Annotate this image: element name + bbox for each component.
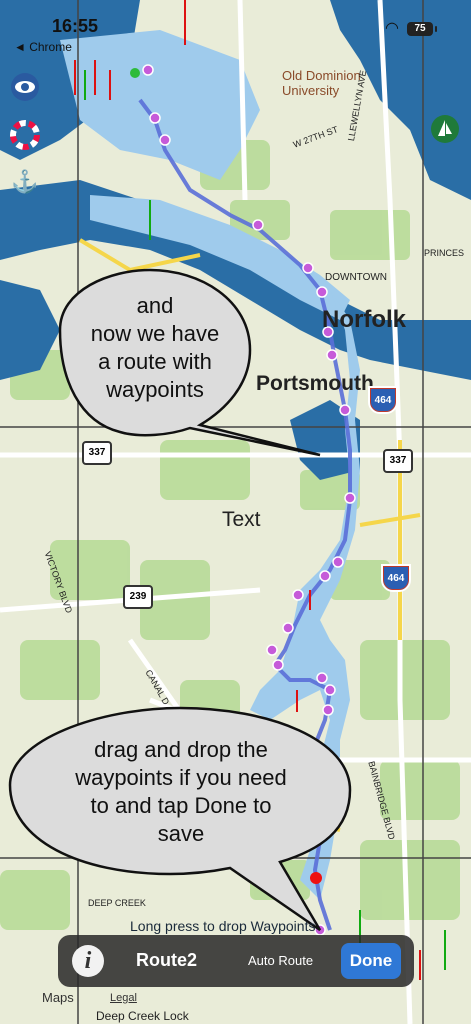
info-icon[interactable]: i [72, 945, 104, 977]
route-name[interactable]: Route2 [136, 950, 197, 971]
long-press-hint: Long press to drop Waypoints [130, 918, 316, 934]
bubble-drag-drop: drag and drop the waypoints if you need … [75, 737, 287, 846]
apple-maps-logo: Maps [42, 990, 74, 1005]
route-toolbar: i Route2 Auto Route Done [58, 935, 414, 987]
poi-deep-creek-lock: Deep Creek Lock [96, 1009, 189, 1023]
done-button[interactable]: Done [341, 943, 401, 979]
legal-link[interactable]: Legal [110, 992, 137, 1004]
speech-bubbles [8, 268, 352, 932]
bubble-route-waypoints: and now we have a route with waypoints [90, 293, 220, 402]
auto-route-button[interactable]: Auto Route [248, 953, 313, 968]
